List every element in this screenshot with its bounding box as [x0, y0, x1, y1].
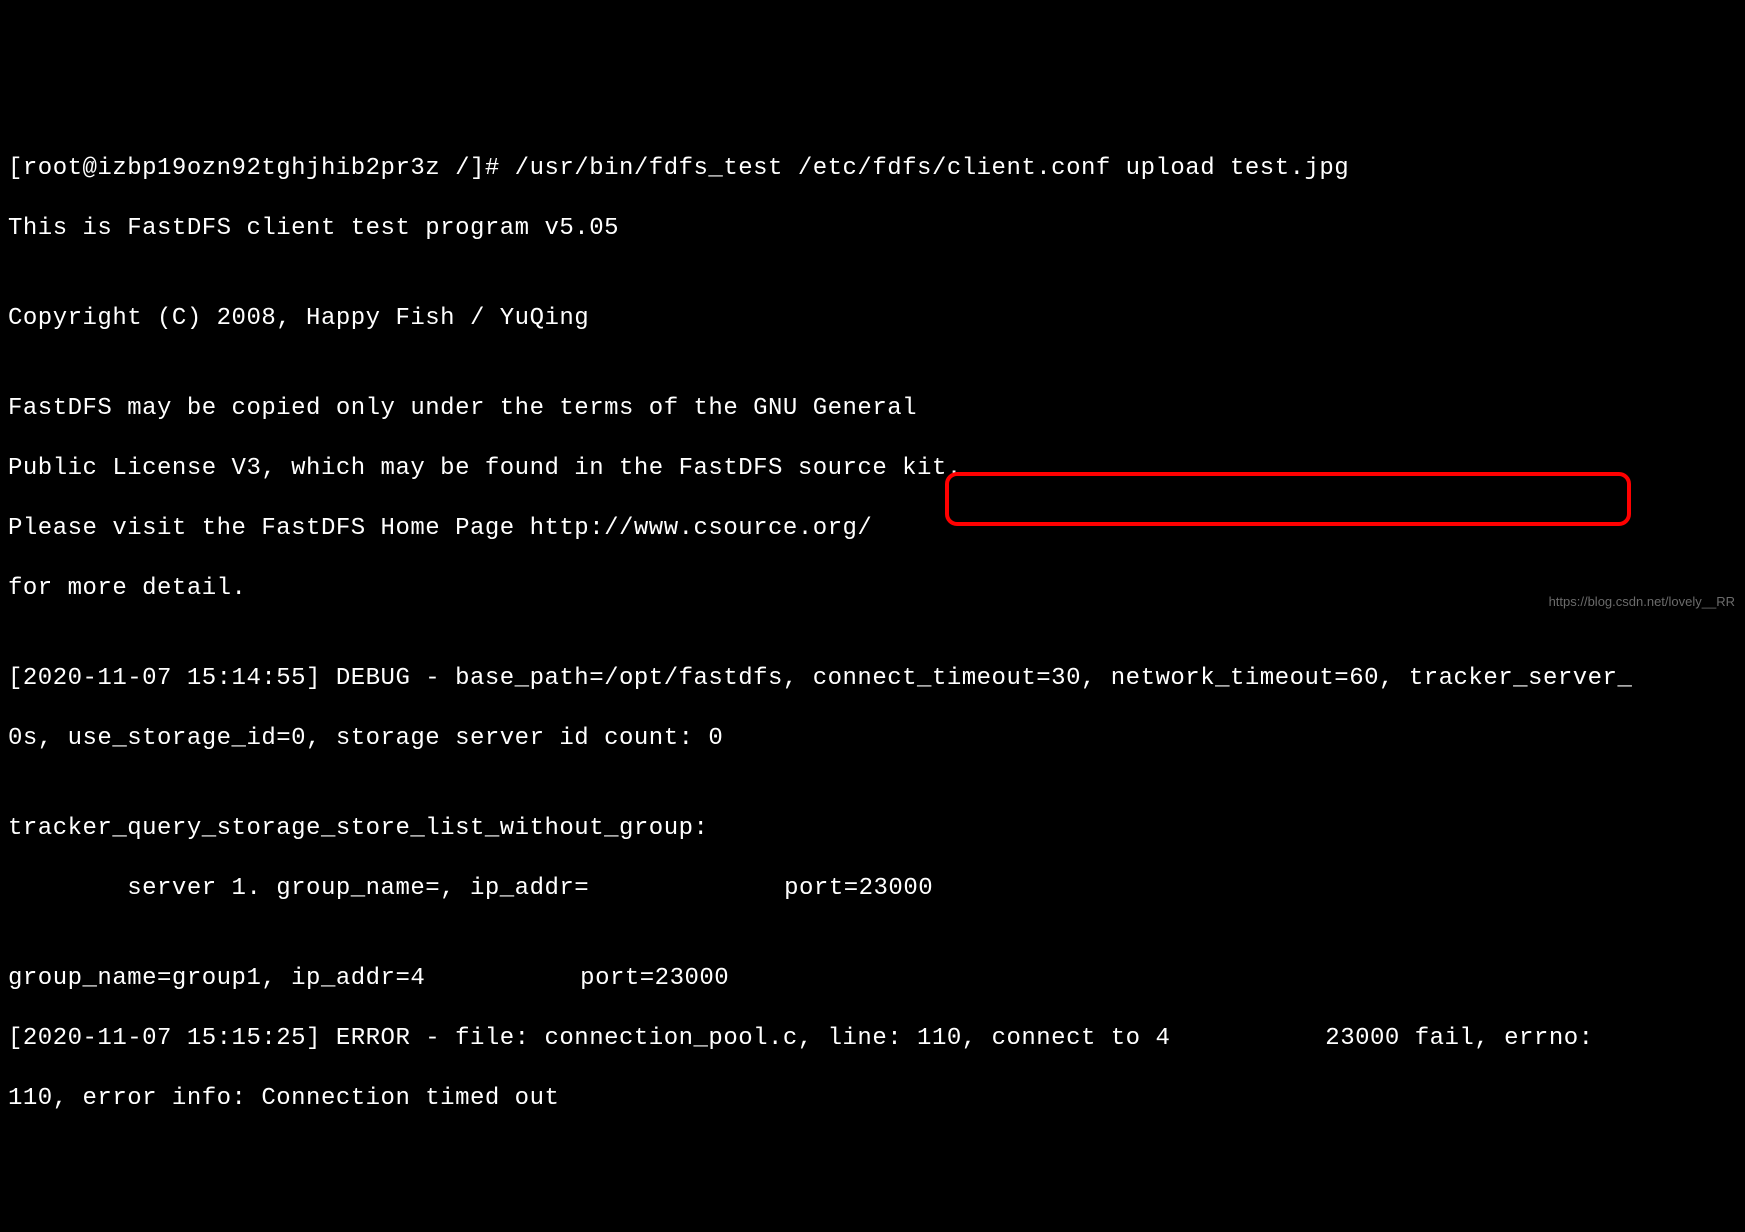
error-connect: connect to 4 [992, 1025, 1171, 1052]
copyright-line: Copyright (C) 2008, Happy Fish / YuQing [8, 304, 1737, 334]
server-info-line: server 1. group_name=, ip_addr= port=230… [8, 874, 1737, 904]
redacted-ip [1170, 1027, 1310, 1049]
redacted-ip [589, 877, 769, 899]
group-info-line: group_name=group1, ip_addr=4 port=23000 [8, 964, 1737, 994]
error-prefix: [2020-11-07 15:15:25] ERROR - file: conn… [8, 1025, 992, 1052]
debug-line-2: 0s, use_storage_id=0, storage server id … [8, 724, 1737, 754]
error-fail: 23000 fail, [1310, 1025, 1504, 1052]
error-line: [2020-11-07 15:15:25] ERROR - file: conn… [8, 1024, 1737, 1054]
tracker-query-line: tracker_query_storage_store_list_without… [8, 814, 1737, 844]
license-line-2: Public License V3, which may be found in… [8, 454, 1737, 484]
watermark-text: https://blog.csdn.net/lovely__RR [1549, 594, 1735, 610]
group-info-prefix: group_name=group1, ip_addr=4 [8, 965, 425, 992]
homepage-line: Please visit the FastDFS Home Page http:… [8, 514, 1737, 544]
server-info-suffix: port=23000 [769, 875, 933, 902]
error-errno: errno: [1504, 1025, 1593, 1052]
command-line: [root@izbp19ozn92tghjhib2pr3z /]# /usr/b… [8, 154, 1737, 184]
group-info-suffix: port=23000 [565, 965, 729, 992]
redacted-ip [425, 967, 565, 989]
error-detail-line: 110, error info: Connection timed out [8, 1084, 1737, 1114]
license-line-1: FastDFS may be copied only under the ter… [8, 394, 1737, 424]
program-title: This is FastDFS client test program v5.0… [8, 214, 1737, 244]
debug-line-1: [2020-11-07 15:14:55] DEBUG - base_path=… [8, 664, 1737, 694]
server-info-prefix: server 1. group_name=, ip_addr= [8, 875, 589, 902]
detail-line: for more detail. [8, 574, 1737, 604]
terminal-output: [root@izbp19ozn92tghjhib2pr3z /]# /usr/b… [8, 124, 1737, 1144]
